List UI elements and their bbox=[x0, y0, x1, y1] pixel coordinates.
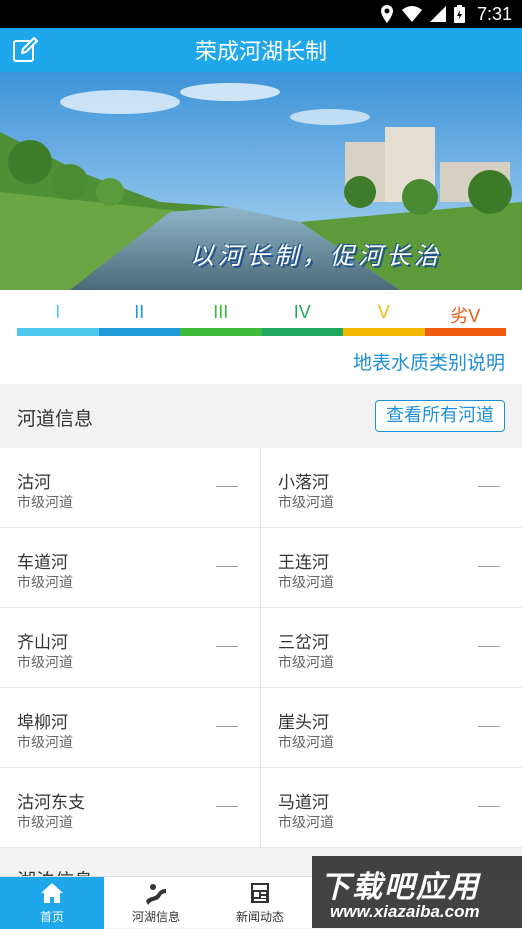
river-status bbox=[216, 566, 238, 567]
river-name: 马道河 bbox=[278, 793, 329, 813]
river-item[interactable]: 王连河 市级河道 bbox=[261, 528, 522, 608]
watermark-url: www.xiazaiba.com bbox=[330, 902, 480, 921]
location-icon bbox=[380, 5, 393, 23]
river-list: 沽河 市级河道 小落河 市级河道 车道河 市级河道 王连河 市级河道 齐山河 市… bbox=[0, 448, 522, 848]
section-title: 湖泊信息 bbox=[17, 866, 93, 876]
river-item[interactable]: 小落河 市级河道 bbox=[261, 448, 522, 528]
river-status bbox=[216, 806, 238, 807]
view-all-rivers-button[interactable]: 查看所有河道 bbox=[375, 400, 505, 432]
grade-segment bbox=[180, 328, 262, 336]
river-item[interactable]: 埠柳河 市级河道 bbox=[0, 688, 261, 768]
water-quality-legend: I II III IV V 劣V 地表水质类别说明 bbox=[0, 290, 522, 384]
news-icon bbox=[251, 883, 269, 903]
river-level: 市级河道 bbox=[17, 735, 73, 751]
river-name: 小落河 bbox=[278, 473, 329, 493]
grade-segment bbox=[424, 328, 506, 336]
watermark: 下载吧应用 www.xiazaiba.com bbox=[312, 856, 522, 928]
tab-label: 河湖信息 bbox=[131, 910, 180, 924]
river-status bbox=[478, 486, 500, 487]
river-level: 市级河道 bbox=[17, 495, 73, 511]
river-item[interactable]: 沽河 市级河道 bbox=[0, 448, 261, 528]
river-item[interactable]: 马道河 市级河道 bbox=[261, 768, 522, 848]
river-status bbox=[216, 646, 238, 647]
grade-segment bbox=[98, 328, 180, 336]
river-name: 崖头河 bbox=[278, 713, 329, 733]
grade-label: I bbox=[55, 302, 61, 322]
river-level: 市级河道 bbox=[278, 655, 334, 671]
river-status bbox=[216, 726, 238, 727]
grade-label: V bbox=[377, 302, 390, 322]
grade-label: II bbox=[134, 302, 145, 322]
river-status bbox=[478, 566, 500, 567]
grade-labels: I II III IV V 劣V bbox=[17, 302, 506, 326]
river-level: 市级河道 bbox=[278, 575, 334, 591]
river-level: 市级河道 bbox=[17, 655, 73, 671]
page-title: 荣成河湖长制 bbox=[194, 40, 327, 65]
status-bar: 7:31 bbox=[0, 0, 522, 28]
river-status bbox=[478, 646, 500, 647]
grade-label: IV bbox=[293, 302, 311, 322]
grade-label: 劣V bbox=[450, 306, 481, 326]
signal-icon bbox=[429, 6, 446, 22]
river-name: 沽河 bbox=[17, 473, 51, 493]
battery-icon bbox=[453, 5, 465, 23]
watermark-title: 下载吧应用 bbox=[320, 870, 480, 905]
tab-label: 新闻动态 bbox=[235, 910, 284, 924]
river-status bbox=[478, 726, 500, 727]
river-level: 市级河道 bbox=[17, 575, 73, 591]
tab-news[interactable]: 新闻动态 bbox=[208, 877, 312, 929]
river-item[interactable]: 崖头河 市级河道 bbox=[261, 688, 522, 768]
home-icon bbox=[41, 883, 63, 903]
tab-home[interactable]: 首页 bbox=[0, 877, 104, 929]
grade-segment bbox=[261, 328, 343, 336]
section-title: 河道信息 bbox=[17, 408, 94, 430]
river-level: 市级河道 bbox=[278, 495, 334, 511]
river-level: 市级河道 bbox=[17, 815, 73, 831]
river-status bbox=[478, 806, 500, 807]
tab-label: 首页 bbox=[39, 910, 64, 924]
river-icon bbox=[146, 884, 166, 905]
wifi-icon bbox=[401, 6, 422, 22]
grade-color-bar bbox=[17, 328, 506, 336]
river-item[interactable]: 三岔河 市级河道 bbox=[261, 608, 522, 688]
river-name: 齐山河 bbox=[17, 633, 68, 653]
grade-label: III bbox=[213, 302, 229, 322]
banner-slogan: 以河长制，促河长治 bbox=[190, 242, 442, 270]
river-item[interactable]: 齐山河 市级河道 bbox=[0, 608, 261, 688]
river-name: 沽河东支 bbox=[17, 793, 85, 813]
rivers-section-header: 河道信息 查看所有河道 bbox=[0, 384, 522, 448]
river-level: 市级河道 bbox=[278, 815, 334, 831]
river-level: 市级河道 bbox=[278, 735, 334, 751]
river-name: 王连河 bbox=[278, 553, 329, 573]
status-time: 7:31 bbox=[476, 3, 512, 24]
river-name: 三岔河 bbox=[278, 633, 329, 653]
grade-segment bbox=[343, 328, 425, 336]
river-item[interactable]: 车道河 市级河道 bbox=[0, 528, 261, 608]
grade-segment bbox=[17, 328, 99, 336]
river-name: 埠柳河 bbox=[17, 713, 68, 733]
river-name: 车道河 bbox=[17, 553, 68, 573]
app-bar: 荣成河湖长制 bbox=[0, 28, 522, 72]
quality-explain-link[interactable]: 地表水质类别说明 bbox=[353, 348, 505, 375]
status-icons: 7:31 bbox=[380, 4, 512, 24]
river-status bbox=[216, 486, 238, 487]
tab-rivers-lakes[interactable]: 河湖信息 bbox=[104, 877, 208, 929]
river-item[interactable]: 沽河东支 市级河道 bbox=[0, 768, 261, 848]
